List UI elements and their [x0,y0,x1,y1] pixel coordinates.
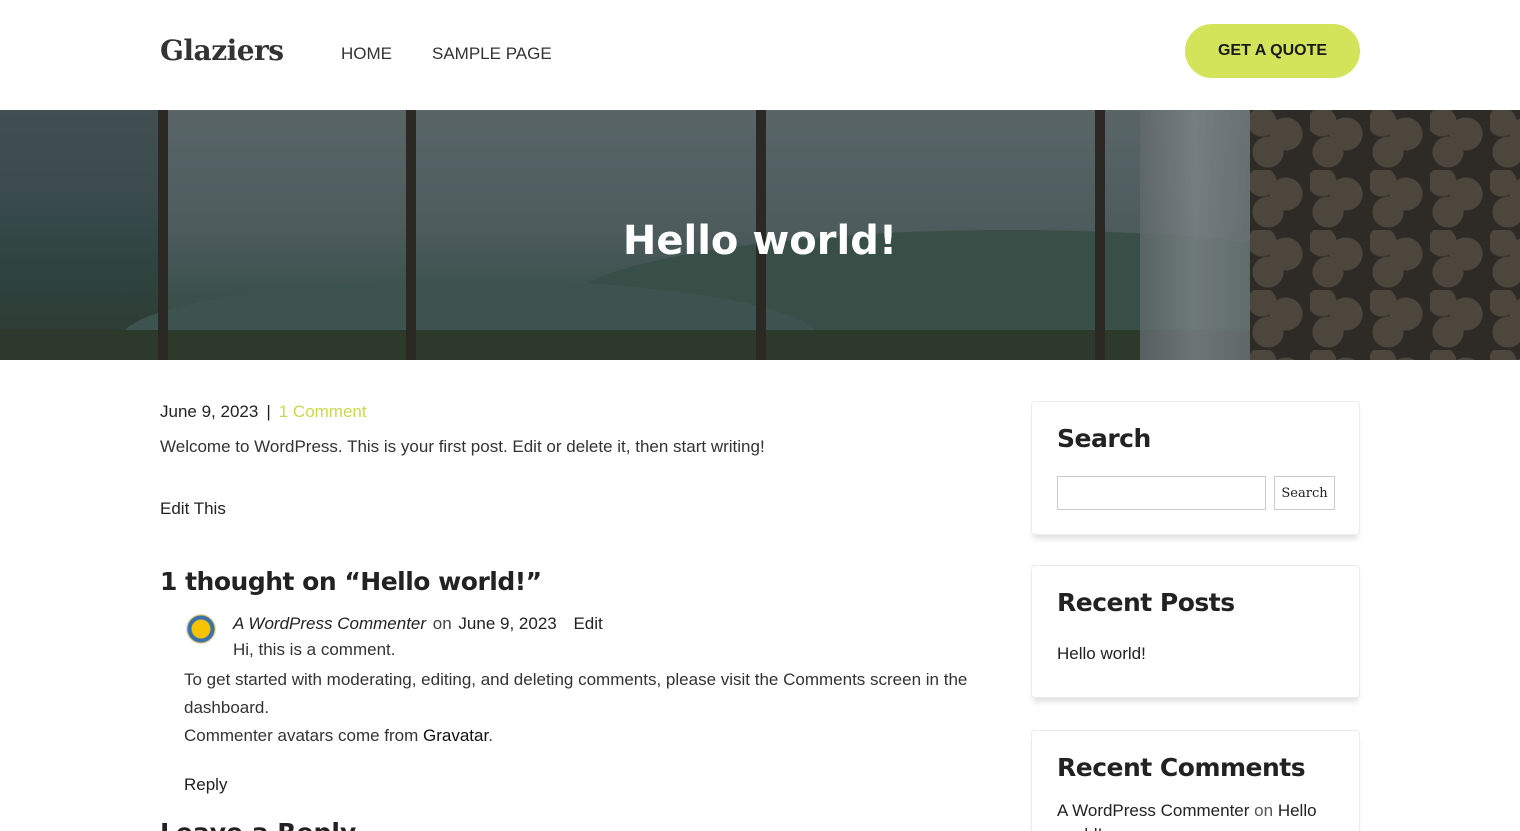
edit-post-link[interactable]: Edit This [160,499,226,519]
search-widget-title: Search [1057,424,1151,453]
recent-comment-item: A WordPress Commenter on Hello world! [1057,799,1347,831]
meta-separator: | [266,402,271,421]
comment-on-text: on [432,614,452,633]
search-widget: Search Search [1031,401,1360,535]
recent-comments-title: Recent Comments [1057,753,1306,782]
get-a-quote-button[interactable]: GET A QUOTE [1185,24,1360,78]
recent-comment-on: on [1254,801,1274,820]
reply-link[interactable]: Reply [184,775,227,795]
search-input[interactable] [1057,476,1266,510]
comment-text-suffix: . [488,726,493,745]
site-header: Glaziers HOME SAMPLE PAGE GET A QUOTE [0,0,1520,110]
nav-item-sample-page[interactable]: SAMPLE PAGE [432,44,552,64]
comment-text: Commenter avatars come from Gravatar. [184,722,1004,750]
hero-banner: Hello world! [0,110,1520,360]
main-nav: HOME SAMPLE PAGE [341,44,552,64]
comment-date[interactable]: June 9, 2023 [458,614,556,633]
commenter-avatar [186,614,216,644]
leave-reply-title: Leave a Reply [160,818,356,831]
comment-text-prefix: Commenter avatars come from [184,726,424,745]
recent-post-link[interactable]: Hello world! [1057,644,1146,664]
comment-author[interactable]: A WordPress Commenter [233,614,426,633]
page-title: Hello world! [622,218,898,264]
recent-posts-title: Recent Posts [1057,588,1235,617]
recent-comment-author[interactable]: A WordPress Commenter [1057,801,1249,820]
site-logo[interactable]: Glaziers [160,34,284,67]
post-meta: June 9, 2023 | 1 Comment [160,402,367,422]
post-content: Welcome to WordPress. This is your first… [160,437,765,456]
recent-posts-widget: Recent Posts Hello world! [1031,565,1360,698]
search-button[interactable]: Search [1274,476,1335,510]
comments-count-link[interactable]: 1 Comment [279,402,367,421]
comment-header: A WordPress Commenter on June 9, 2023 Ed… [233,614,603,634]
comments-title: 1 thought on “Hello world!” [160,567,542,596]
comment-edit-link[interactable]: Edit [573,614,602,633]
comment-text: To get started with moderating, editing,… [184,670,968,717]
comment-text: Hi, this is a comment. [233,640,396,659]
gravatar-link[interactable]: Gravatar [423,726,488,745]
recent-comments-widget: Recent Comments A WordPress Commenter on… [1031,730,1360,831]
comment-body: To get started with moderating, editing,… [184,666,1004,750]
nav-item-home[interactable]: HOME [341,44,392,64]
post-date[interactable]: June 9, 2023 [160,402,258,421]
